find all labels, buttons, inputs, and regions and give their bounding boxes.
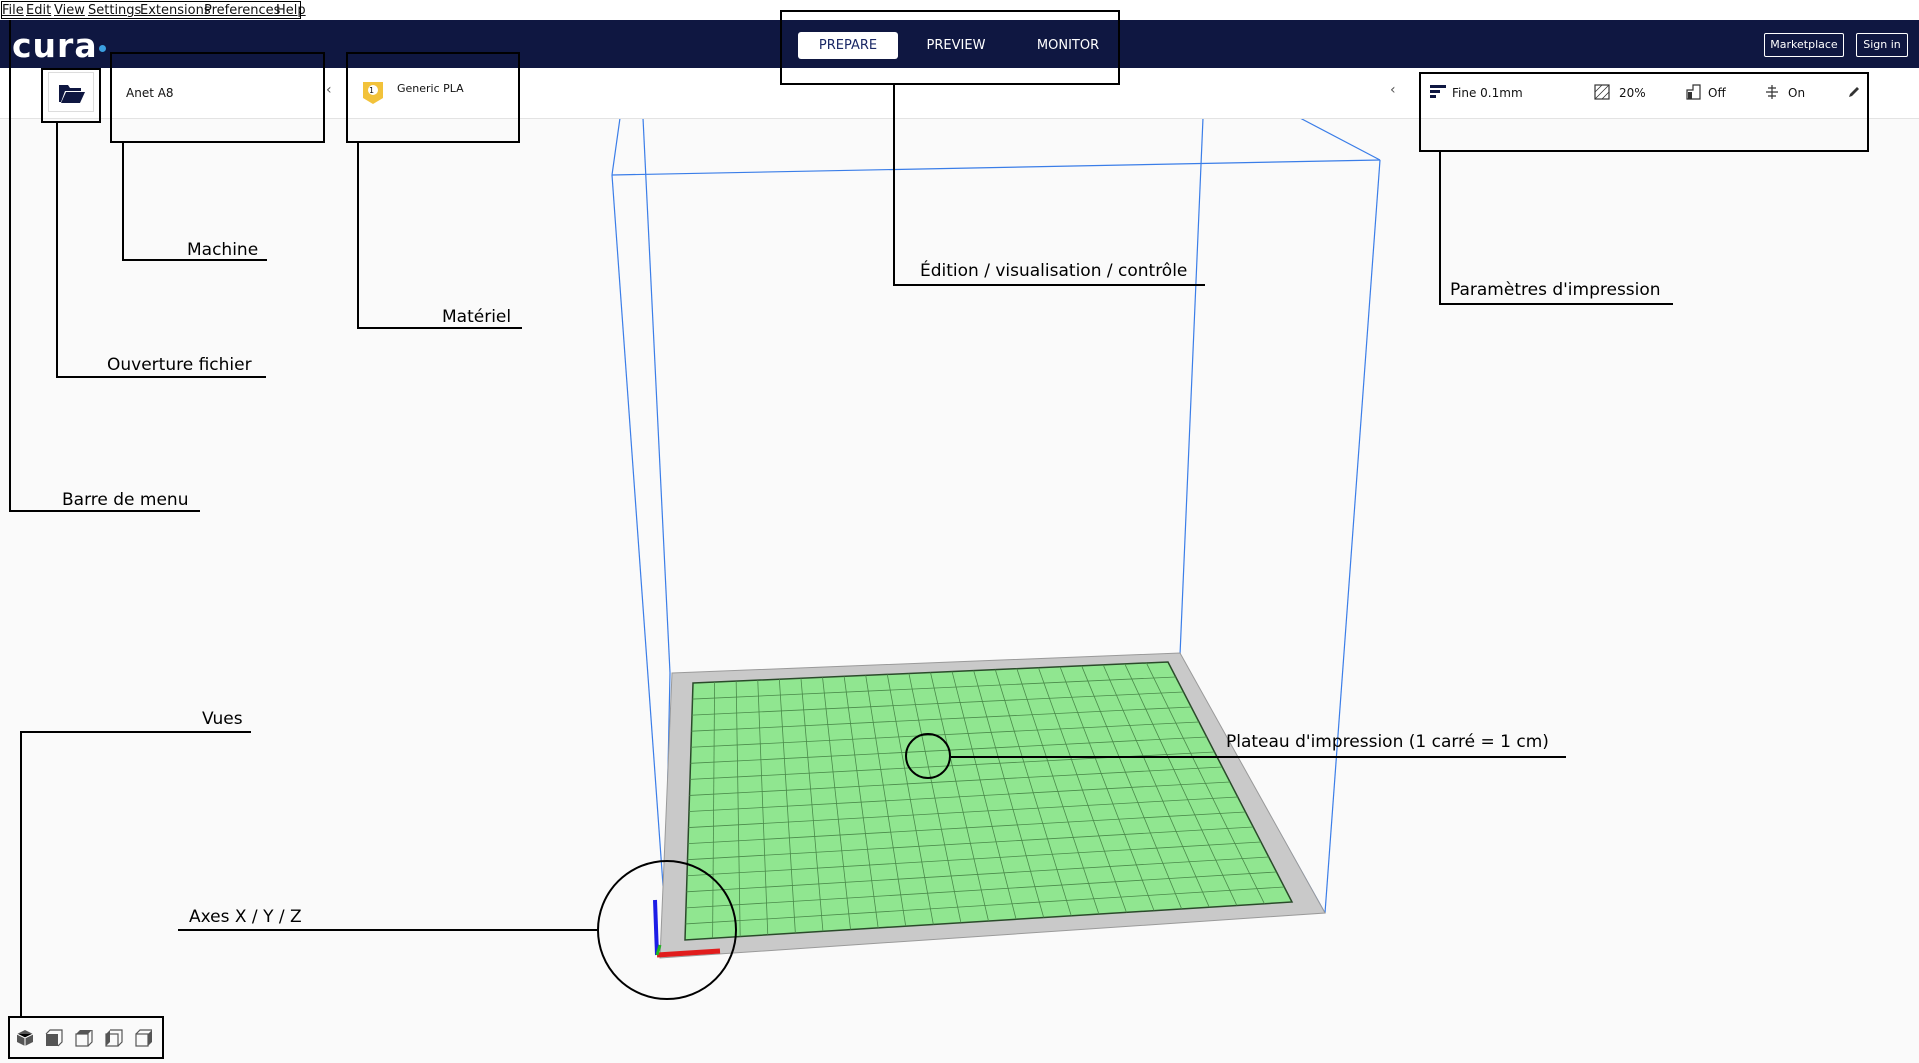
annotation-box-stages: [780, 10, 1120, 85]
annotation-machine: Machine: [187, 240, 259, 260]
leader-line-print-settings: [1439, 303, 1673, 305]
annotation-menu-bar: Barre de menu: [62, 490, 189, 510]
leader-line-build-plate: [951, 756, 1566, 758]
annotation-circle-plate: [905, 733, 951, 779]
leader-line-menu-bar: [9, 20, 11, 512]
leader-line-open-file: [56, 376, 266, 378]
annotation-box-material: [346, 52, 520, 143]
annotation-stages: Édition / visualisation / contrôle: [920, 261, 1188, 281]
build-volume-viewport[interactable]: [0, 0, 1919, 1063]
leader-line-print-settings: [1439, 152, 1441, 305]
chevron-left-icon[interactable]: ‹: [326, 82, 332, 98]
cura-logo: cura: [12, 26, 98, 65]
leader-line-machine: [122, 143, 124, 261]
leader-line-views: [20, 731, 251, 733]
annotation-box-open-file: [41, 68, 101, 123]
leader-line-material: [357, 327, 522, 329]
leader-line-views: [20, 731, 22, 1016]
annotation-views: Vues: [202, 709, 243, 729]
annotation-axes: Axes X / Y / Z: [189, 907, 302, 927]
leader-line-open-file: [56, 123, 58, 378]
marketplace-button[interactable]: Marketplace: [1764, 33, 1844, 57]
logo-dot: [99, 45, 106, 52]
sign-in-button[interactable]: Sign in: [1856, 33, 1908, 57]
annotation-box-views: [8, 1016, 164, 1059]
leader-line-stages: [893, 85, 895, 286]
annotation-open-file: Ouverture fichier: [107, 355, 252, 375]
leader-line-axes: [178, 929, 597, 931]
leader-line-menu-bar: [9, 510, 200, 512]
annotation-circle-axes: [597, 860, 737, 1000]
annotation-box-machine: [110, 52, 325, 143]
leader-line-stages: [893, 284, 1205, 286]
chevron-left-icon[interactable]: ‹: [1390, 82, 1396, 98]
annotation-box-print-settings: [1419, 72, 1869, 152]
menubar-highlight-box: [1, 1, 301, 19]
annotation-print-settings: Paramètres d'impression: [1450, 280, 1661, 300]
annotation-build-plate: Plateau d'impression (1 carré = 1 cm): [1226, 732, 1549, 752]
leader-line-material: [357, 143, 359, 329]
annotation-material: Matériel: [442, 307, 512, 327]
